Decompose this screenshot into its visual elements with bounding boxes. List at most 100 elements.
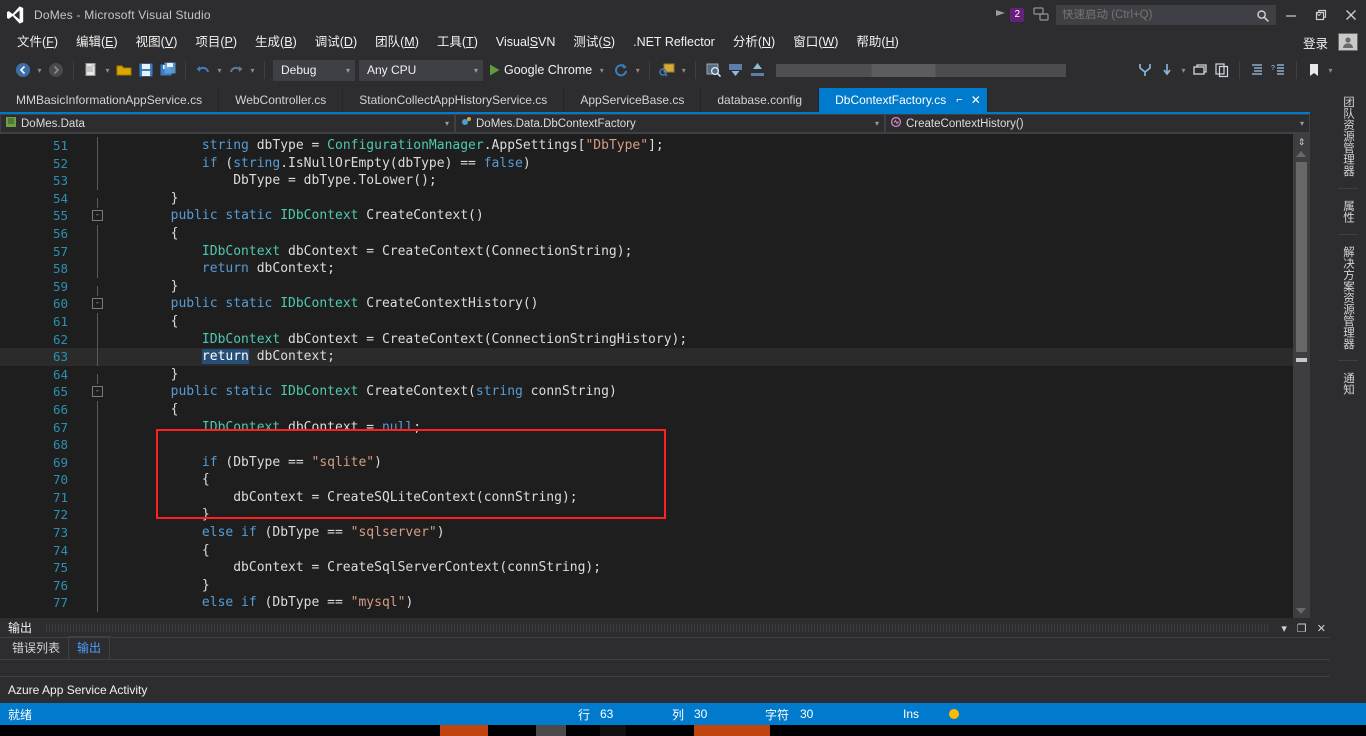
open-file-icon[interactable] [113,59,135,81]
undo-dropdown-icon[interactable]: ▾ [214,59,225,81]
code-line[interactable]: 70 { [0,471,1290,489]
copy-icon[interactable] [1211,59,1233,81]
member-dropdown[interactable]: CreateContextHistory() ▾ [885,114,1310,133]
azure-activity-row[interactable]: Azure App Service Activity [0,676,1330,703]
comment-icon[interactable]: ? [1268,59,1290,81]
menu-item-8[interactable]: VisualSVN [487,32,565,52]
code-line[interactable]: 55 - public static IDbContext CreateConte… [0,207,1290,225]
code-editor[interactable]: 51 string dbType = ConfigurationManager.… [0,134,1310,618]
start-target-dropdown-icon[interactable]: ▾ [596,59,607,81]
search-icon[interactable] [1256,9,1270,28]
close-button[interactable] [1336,0,1366,30]
code-line[interactable]: 76 } [0,576,1290,595]
new-item-icon[interactable] [80,59,102,81]
quick-launch-box[interactable] [1056,5,1276,25]
code-line[interactable]: 58 return dbContext; [0,260,1290,278]
pull-dropdown-icon[interactable]: ▾ [1178,59,1189,81]
class-dropdown[interactable]: DoMes.Data.DbContextFactory ▾ [455,114,885,133]
tool-tab-0[interactable]: 团队资源管理器 [1339,88,1357,185]
code-line[interactable]: 52 if (string.IsNullOrEmpty(dbType) == f… [0,154,1290,173]
navigate-forward-icon[interactable] [45,59,67,81]
menu-item-1[interactable]: 编辑(E) [67,32,127,52]
notification-badge[interactable]: 2 [994,8,1024,22]
undo-icon[interactable] [192,59,214,81]
redo-dropdown-icon[interactable]: ▾ [247,59,258,81]
code-line[interactable]: 60 - public static IDbContext CreateConte… [0,295,1290,313]
download-icon[interactable] [724,59,746,81]
code-line[interactable]: 69 if (DbType == "sqlite") [0,453,1290,472]
editor-tab[interactable]: WebController.cs [219,88,344,112]
scroll-down-arrow[interactable] [1296,608,1306,614]
code-line[interactable]: 61 { [0,312,1290,331]
menu-item-12[interactable]: 窗口(W) [784,32,847,52]
editor-tab[interactable]: MMBasicInformationAppService.cs [0,88,220,112]
output-tab-active[interactable]: 输出 [68,636,111,659]
attach-to-process-icon[interactable] [656,59,678,81]
code-line[interactable]: 71 dbContext = CreateSQLiteContext(connS… [0,488,1290,507]
code-line[interactable]: 64 } [0,366,1290,384]
editor-tab[interactable]: database.config [701,88,820,112]
taskbar-active-app[interactable] [440,725,488,736]
configuration-combo[interactable]: Debug ▾ [273,59,355,81]
pull-icon[interactable] [1156,59,1178,81]
platform-combo[interactable]: Any CPU ▾ [359,59,483,81]
refresh-dropdown-icon[interactable]: ▾ [632,59,643,81]
output-panel-body[interactable] [0,660,1330,676]
code-line[interactable]: 74 { [0,541,1290,560]
code-line[interactable]: 66 { [0,400,1290,419]
split-view-icon[interactable]: ⇕ [1294,135,1309,149]
close-tab-icon[interactable]: ✕ [971,93,981,107]
sign-in-button[interactable]: 登录 [1303,33,1338,52]
menu-item-13[interactable]: 帮助(H) [847,32,907,52]
code-line[interactable]: 51 string dbType = ConfigurationManager.… [0,137,1290,155]
branch-icon[interactable] [1134,59,1156,81]
tool-tab-2[interactable]: 解决方案资源管理器 [1339,238,1357,358]
code-line[interactable]: 62 IDbContext dbContext = CreateContext(… [0,330,1290,349]
editor-tab[interactable]: StationCollectAppHistoryService.cs [343,88,565,112]
code-line-current[interactable]: 63 return dbContext; [0,348,1305,366]
fold-toggle-icon[interactable]: - [92,210,103,222]
close-panel-icon[interactable]: ✕ [1317,622,1326,635]
taskbar-app-1[interactable] [536,725,566,736]
upload-icon[interactable] [746,59,768,81]
code-lines[interactable]: 51 string dbType = ConfigurationManager.… [0,137,1305,613]
code-line[interactable]: 68 [0,436,1290,454]
tab-overflow-icon[interactable]: ⌄ [1308,0,1330,24]
taskbar-app-3[interactable] [694,725,770,736]
code-line[interactable]: 67 IDbContext dbContext = null; [0,418,1290,437]
indent-icon[interactable] [1246,59,1268,81]
new-item-dropdown-icon[interactable]: ▾ [102,59,113,81]
code-line[interactable]: 77 else if (DbType == "mysql") [0,594,1290,613]
menu-item-11[interactable]: 分析(N) [724,32,784,52]
redo-icon[interactable] [225,59,247,81]
account-icon[interactable] [1338,33,1358,51]
code-line[interactable]: 75 dbContext = CreateSqlServerContext(co… [0,559,1290,577]
minimize-button[interactable] [1276,0,1306,30]
menu-item-10[interactable]: .NET Reflector [624,32,724,52]
find-in-files-icon[interactable] [702,59,724,81]
menu-item-6[interactable]: 团队(M) [366,32,428,52]
navigate-back-dropdown-icon[interactable]: ▾ [34,59,45,81]
fold-toggle-icon[interactable]: - [92,298,103,310]
code-line[interactable]: 53 DbType = dbType.ToLower(); [0,172,1290,190]
editor-tab-active[interactable]: DbContextFactory.cs ⌐ ✕ [819,88,988,112]
menu-item-4[interactable]: 生成(B) [246,32,306,52]
pin-icon[interactable]: ⌐ [956,94,962,106]
bookmark-icon[interactable] [1303,59,1325,81]
fold-toggle-icon[interactable]: - [92,386,103,398]
code-line[interactable]: 65 - public static IDbContext CreateConte… [0,383,1290,401]
code-line[interactable]: 56 { [0,224,1290,243]
save-icon[interactable] [135,59,157,81]
attach-dropdown-icon[interactable]: ▾ [678,59,689,81]
menu-item-2[interactable]: 视图(V) [127,32,187,52]
code-line[interactable]: 54 } [0,190,1290,208]
quick-launch-input[interactable] [1057,9,1247,21]
code-line[interactable]: 72 } [0,506,1290,525]
code-line[interactable]: 59 } [0,278,1290,296]
tool-tab-3[interactable]: 通知 [1339,364,1357,403]
refresh-icon[interactable] [610,59,632,81]
tool-tab-1[interactable]: 属性 [1339,192,1357,231]
save-all-icon[interactable] [157,59,179,81]
undock-icon[interactable]: ❐ [1297,622,1307,635]
scroll-up-arrow[interactable] [1296,151,1306,157]
